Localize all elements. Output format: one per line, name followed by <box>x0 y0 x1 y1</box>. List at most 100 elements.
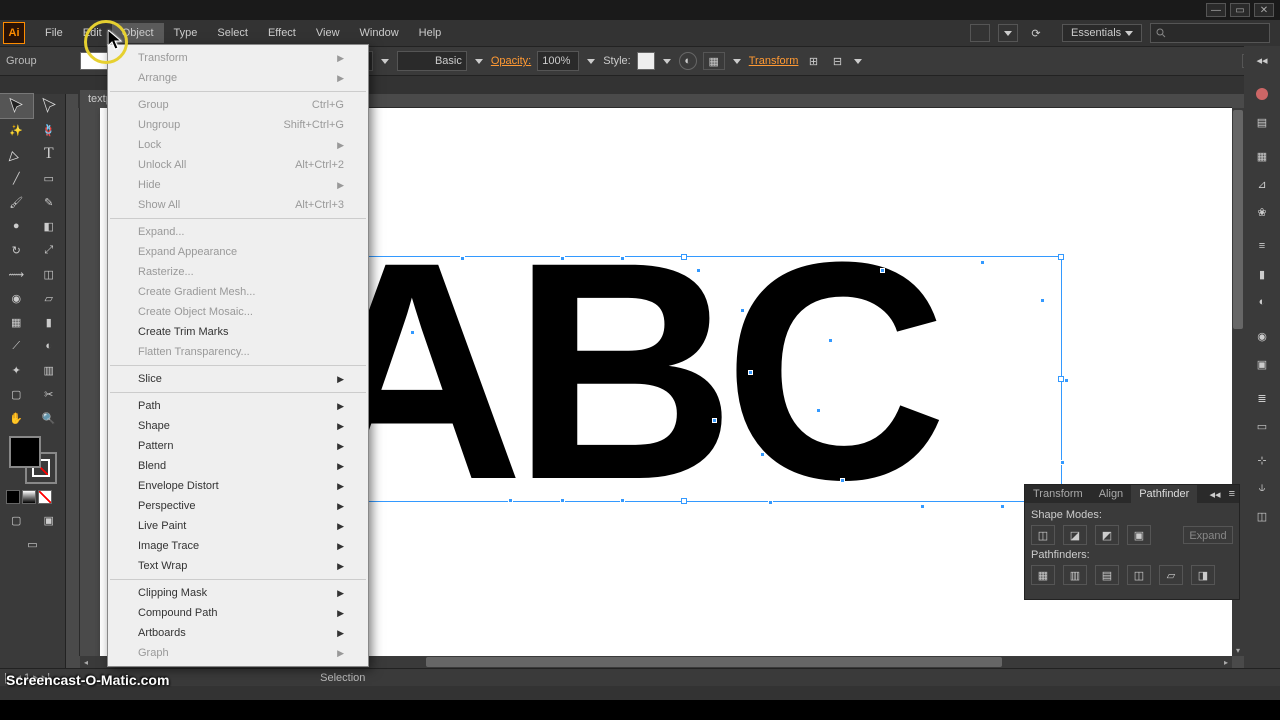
divide-button[interactable]: ▦ <box>1031 565 1055 585</box>
menu-item-text-wrap[interactable]: Text Wrap▶ <box>108 556 368 576</box>
handle-bm[interactable] <box>681 498 687 504</box>
transform-link[interactable]: Transform <box>749 55 799 67</box>
width-tool[interactable]: ⟿ <box>0 262 33 286</box>
menu-item-shape[interactable]: Shape▶ <box>108 416 368 436</box>
edit-icon[interactable]: ⊟ <box>828 52 846 70</box>
app-logo[interactable]: Ai <box>3 22 25 44</box>
expand-panels-icon[interactable]: ◂◂ <box>1244 46 1280 74</box>
menu-object[interactable]: Object <box>112 23 164 43</box>
panel-collapse-icon[interactable]: ◂◂ <box>1206 488 1225 501</box>
color-panel-icon[interactable] <box>1244 80 1280 108</box>
menu-item-live-paint[interactable]: Live Paint▶ <box>108 516 368 536</box>
pf-tab-pathfinder[interactable]: Pathfinder <box>1131 485 1197 503</box>
color-guide-icon[interactable]: ▤ <box>1244 108 1280 136</box>
arrange-icon[interactable] <box>998 24 1018 42</box>
fill-stroke-indicator[interactable] <box>9 436 57 484</box>
menu-effect[interactable]: Effect <box>258 23 306 43</box>
mesh-tool[interactable]: ▦ <box>0 310 33 334</box>
draw-mode[interactable]: ▢ <box>0 508 33 532</box>
blob-brush-tool[interactable]: ● <box>0 214 33 238</box>
crop-button[interactable]: ◫ <box>1127 565 1151 585</box>
bounding-box[interactable] <box>306 256 1062 502</box>
zoom-tool[interactable]: 🔍 <box>33 406 66 430</box>
anchor-point[interactable] <box>696 268 701 273</box>
recolor-icon[interactable]: ◐ <box>679 52 697 70</box>
minus-front-button[interactable]: ◪ <box>1063 525 1087 545</box>
appearance-panel-icon[interactable]: ◉ <box>1244 322 1280 350</box>
menu-item-slice[interactable]: Slice▶ <box>108 369 368 389</box>
screen-switcher[interactable]: ▭ <box>0 532 65 556</box>
anchor-point[interactable] <box>560 256 565 261</box>
anchor-point[interactable] <box>740 308 745 313</box>
eraser-tool[interactable]: ◧ <box>33 214 66 238</box>
minus-back-button[interactable]: ◨ <box>1191 565 1215 585</box>
rectangle-tool[interactable]: ▭ <box>33 166 66 190</box>
shape-builder-tool[interactable]: ◉ <box>0 286 33 310</box>
menu-item-artboards[interactable]: Artboards▶ <box>108 623 368 643</box>
gradient-mode[interactable] <box>22 490 36 504</box>
graphic-styles-icon[interactable]: ▣ <box>1244 350 1280 378</box>
screen-mode[interactable]: ▣ <box>33 508 66 532</box>
blend-tool[interactable]: ◐ <box>33 334 66 358</box>
anchor-point[interactable] <box>840 478 845 483</box>
menu-file[interactable]: File <box>35 23 73 43</box>
line-tool[interactable]: ╱ <box>0 166 33 190</box>
artboards-panel-icon[interactable]: ▭ <box>1244 412 1280 440</box>
rotate-tool[interactable]: ↻ <box>0 238 33 262</box>
stroke-panel-icon[interactable]: ≡ <box>1244 232 1280 260</box>
graph-tool[interactable]: ▥ <box>33 358 66 382</box>
paintbrush-tool[interactable]: 🖌 <box>0 190 33 214</box>
anchor-point[interactable] <box>508 498 513 503</box>
anchor-point[interactable] <box>620 498 625 503</box>
trim-button[interactable]: ▥ <box>1063 565 1087 585</box>
opacity-field[interactable]: 100% <box>537 51 579 71</box>
menu-item-compound-path[interactable]: Compound Path▶ <box>108 603 368 623</box>
minimize-button[interactable]: — <box>1206 3 1226 17</box>
style-swatch[interactable] <box>637 52 655 70</box>
maximize-button[interactable]: ▭ <box>1230 3 1250 17</box>
perspective-tool[interactable]: ▱ <box>33 286 66 310</box>
anchor-point[interactable] <box>1040 298 1045 303</box>
menu-type[interactable]: Type <box>164 23 208 43</box>
merge-button[interactable]: ▤ <box>1095 565 1119 585</box>
expand-button[interactable]: Expand <box>1183 526 1233 544</box>
menu-select[interactable]: Select <box>207 23 258 43</box>
slice-tool[interactable]: ✂ <box>33 382 66 406</box>
handle-tm[interactable] <box>681 254 687 260</box>
type-tool[interactable]: T <box>33 142 66 166</box>
anchor-point[interactable] <box>410 330 415 335</box>
direct-select-tool[interactable] <box>33 94 66 118</box>
transform-panel-icon[interactable]: ⊹ <box>1244 446 1280 474</box>
pf-tab-align[interactable]: Align <box>1091 485 1131 503</box>
layers-panel-icon[interactable]: ≣ <box>1244 384 1280 412</box>
anchor-point[interactable] <box>828 338 833 343</box>
anchor-point[interactable] <box>560 498 565 503</box>
menu-item-pattern[interactable]: Pattern▶ <box>108 436 368 456</box>
menu-view[interactable]: View <box>306 23 350 43</box>
transparency-panel-icon[interactable]: ◐ <box>1244 288 1280 316</box>
hand-tool[interactable]: ✋ <box>0 406 33 430</box>
menu-item-path[interactable]: Path▶ <box>108 396 368 416</box>
menu-item-create-trim-marks[interactable]: Create Trim Marks <box>108 322 368 342</box>
handle-tr[interactable] <box>1058 254 1064 260</box>
lasso-tool[interactable]: 🪢 <box>33 118 66 142</box>
panel-menu-icon[interactable]: ≡ <box>1225 488 1239 500</box>
anchor-point[interactable] <box>620 256 625 261</box>
anchor-point[interactable] <box>712 418 717 423</box>
sync-icon[interactable]: ⟳ <box>1026 24 1046 42</box>
anchor-point[interactable] <box>980 260 985 265</box>
anchor-point[interactable] <box>816 408 821 413</box>
close-button[interactable]: ✕ <box>1254 3 1274 17</box>
none-mode[interactable] <box>38 490 52 504</box>
swatches-panel-icon[interactable]: ▦ <box>1244 142 1280 170</box>
scale-tool[interactable]: ⤢ <box>33 238 66 262</box>
menu-item-envelope-distort[interactable]: Envelope Distort▶ <box>108 476 368 496</box>
pathfinder-panel[interactable]: Transform Align Pathfinder ◂◂ ≡ Shape Mo… <box>1024 484 1240 600</box>
brushes-panel-icon[interactable]: ⊿ <box>1244 170 1280 198</box>
gradient-panel-icon[interactable]: ▮ <box>1244 260 1280 288</box>
menu-edit[interactable]: Edit <box>73 23 112 43</box>
pf-tab-transform[interactable]: Transform <box>1025 485 1091 503</box>
fill-swatch[interactable] <box>80 52 108 70</box>
pen-tool[interactable] <box>0 142 33 166</box>
outline-button[interactable]: ▱ <box>1159 565 1183 585</box>
